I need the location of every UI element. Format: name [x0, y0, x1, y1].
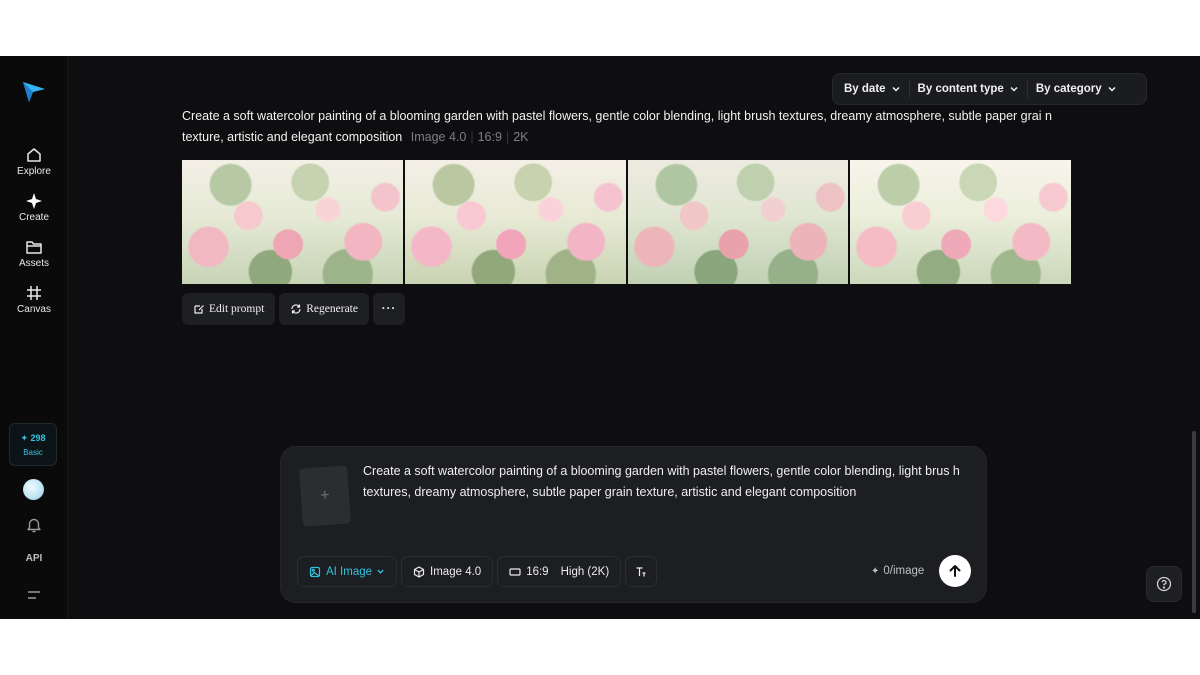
filter-bar: By date By content type By category — [832, 73, 1147, 105]
quality-label: High (2K) — [560, 565, 610, 578]
sparkle-icon: ✦ — [871, 565, 880, 577]
app-window: Explore Create Assets Canvas ✦ 298 Basic — [0, 56, 1200, 619]
button-label: Regenerate — [306, 303, 358, 315]
result-actions: Edit prompt Regenerate ··· — [182, 293, 405, 325]
arrow-up-icon — [949, 565, 961, 577]
sidebar-item-assets[interactable]: Assets — [0, 238, 68, 269]
regenerate-button[interactable]: Regenerate — [279, 293, 369, 325]
button-label: Edit prompt — [209, 303, 265, 315]
image-icon — [309, 566, 321, 577]
question-icon — [1156, 576, 1172, 592]
help-button[interactable] — [1146, 566, 1182, 602]
sidebar-item-label: Create — [18, 212, 49, 223]
edit-icon — [194, 305, 204, 314]
credits-badge[interactable]: ✦ 298 Basic — [9, 423, 57, 466]
filter-by-date[interactable]: By date — [839, 83, 906, 95]
api-link[interactable]: API — [0, 553, 68, 564]
result-prompt-text: Create a soft watercolor painting of a b… — [182, 109, 1052, 144]
more-button[interactable]: ··· — [372, 293, 405, 325]
sidebar-item-label: Assets — [18, 258, 49, 269]
filter-label: By date — [844, 83, 886, 95]
text-format-icon — [636, 566, 646, 576]
generation-cost: ✦ 0/image — [871, 565, 924, 577]
prompt-input[interactable]: Create a soft watercolor painting of a b… — [363, 461, 973, 503]
sidebar-item-explore[interactable]: Explore — [0, 146, 68, 177]
home-icon — [27, 148, 41, 162]
result-ratio: 16:9 — [477, 130, 502, 144]
result-prompt: Create a soft watercolor painting of a b… — [182, 106, 1072, 148]
result-images — [182, 160, 1071, 284]
mode-select[interactable]: AI Image — [297, 556, 398, 587]
filter-by-content-type[interactable]: By content type — [913, 83, 1024, 95]
avatar[interactable] — [23, 479, 44, 500]
plan-label: Basic — [23, 447, 43, 457]
divider: | — [470, 130, 474, 144]
folder-icon — [26, 241, 42, 254]
text-style-button[interactable] — [625, 556, 658, 587]
ratio-quality-select[interactable]: 16:9 High (2K) — [497, 556, 622, 587]
filter-label: By content type — [917, 83, 1004, 95]
send-button[interactable] — [939, 555, 971, 587]
menu-icon[interactable] — [26, 588, 42, 602]
chevron-down-icon — [377, 569, 384, 574]
divider: | — [505, 130, 510, 144]
sidebar-item-canvas[interactable]: Canvas — [0, 284, 68, 315]
chevron-down-icon — [892, 86, 900, 92]
cost-label: 0/image — [883, 565, 925, 577]
generated-image[interactable] — [850, 160, 1071, 284]
sidebar: Explore Create Assets Canvas ✦ 298 Basic — [0, 56, 68, 619]
filter-by-category[interactable]: By category — [1031, 83, 1122, 95]
cube-icon — [413, 565, 425, 578]
chevron-down-icon — [1108, 86, 1116, 92]
sidebar-item-label: Canvas — [17, 304, 51, 315]
model-label: Image 4.0 — [430, 565, 482, 578]
aspect-ratio-icon — [509, 567, 521, 576]
prompt-composer: + Create a soft watercolor painting of a… — [280, 446, 987, 603]
ratio-label: 16:9 — [526, 565, 549, 578]
sidebar-item-create[interactable]: Create — [0, 192, 68, 223]
divider — [908, 80, 910, 98]
sidebar-item-label: Explore — [17, 166, 51, 177]
refresh-icon — [291, 304, 301, 314]
composer-toolbar: AI Image Image 4.0 16:9 High (2K) — [297, 556, 658, 587]
generated-image[interactable] — [182, 160, 403, 284]
bell-icon[interactable] — [25, 516, 43, 534]
mode-label: AI Image — [326, 565, 373, 578]
model-select[interactable]: Image 4.0 — [401, 556, 494, 587]
logo-icon[interactable] — [21, 80, 47, 104]
divider — [1026, 80, 1028, 98]
upload-reference-button[interactable]: + — [299, 465, 351, 527]
sparkle-icon — [26, 193, 42, 209]
filter-label: By category — [1035, 83, 1102, 95]
credits-value: ✦ 298 — [20, 432, 46, 443]
generated-image[interactable] — [627, 160, 849, 284]
chevron-down-icon — [1010, 86, 1018, 92]
scrollbar[interactable] — [1192, 431, 1196, 613]
result-model: Image 4.0 — [410, 130, 467, 144]
generated-image[interactable] — [404, 160, 626, 284]
result-resolution: 2K — [513, 130, 529, 144]
grid-icon — [27, 286, 41, 300]
edit-prompt-button[interactable]: Edit prompt — [182, 293, 276, 325]
